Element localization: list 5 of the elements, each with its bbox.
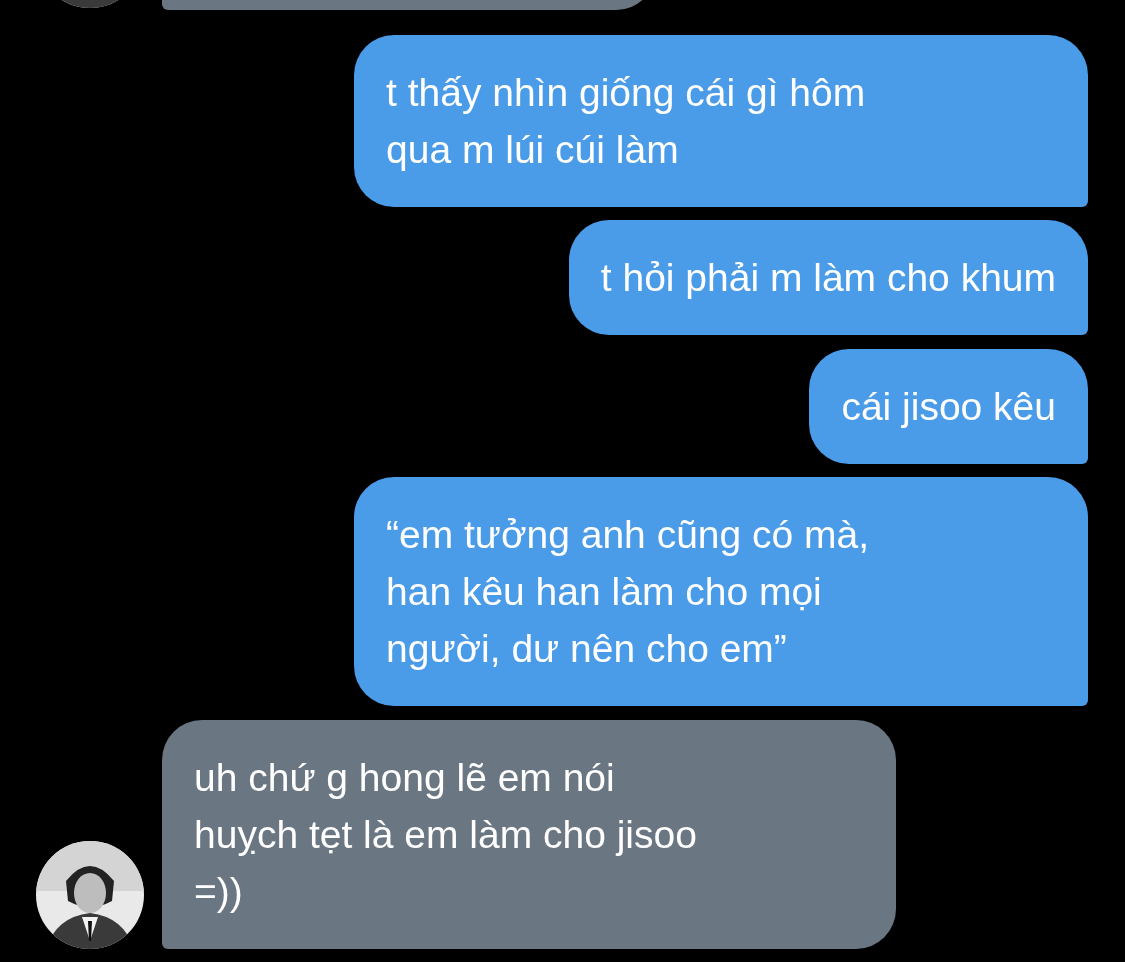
message-bubble: uh chứ g hong lẽ em nói huỵch tẹt là em làm cho jisoo =)) [162, 719, 896, 949]
message-bubble: “em tưởng anh cũng có mà, han kêu han làm cho mọi người, dư nên cho em” [354, 477, 1088, 706]
message-bubble: t hỏi phải m làm cho khum [568, 220, 1088, 335]
message-bubble: cái jisoo kêu [809, 348, 1088, 464]
message-bubble: t thấy nhìn giống cái gì hôm qua m lúi cúi làm [354, 34, 1088, 207]
